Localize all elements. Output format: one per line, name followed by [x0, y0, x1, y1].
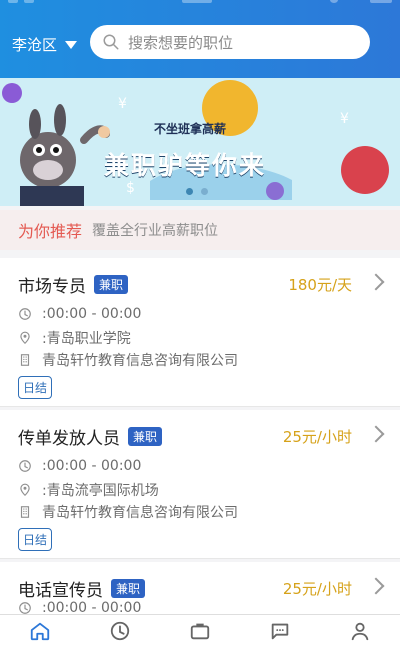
city-selector[interactable]: 李沧区	[12, 34, 78, 55]
job-type-tag: 兼职	[111, 579, 146, 598]
clock-icon	[110, 621, 130, 641]
banner-slogan-small: 不坐班拿高薪	[154, 122, 227, 136]
tab-jobs[interactable]	[160, 615, 240, 647]
svg-text:$: $	[126, 180, 135, 196]
job-type-tag: 兼职	[128, 427, 163, 446]
job-card[interactable]: 传单发放人员 兼职 25元/小时 :00:00 - 00:00 :青岛流亭国际机…	[0, 410, 400, 559]
message-icon	[271, 623, 289, 640]
tab-messages[interactable]	[240, 615, 320, 647]
city-label: 李沧区	[12, 36, 58, 54]
tab-home[interactable]	[0, 615, 80, 647]
job-card[interactable]: 市场专员 兼职 180元/天 :00:00 - 00:00 :青岛职业学院 青岛…	[0, 258, 400, 407]
search-icon	[103, 34, 119, 50]
job-location-row: :青岛职业学院	[18, 328, 131, 348]
job-company-row: 青岛轩竹教育信息咨询有限公司	[18, 350, 238, 370]
recommend-subtitle: 覆盖全行业高薪职位	[92, 223, 219, 239]
job-time-row: :00:00 - 00:00	[18, 306, 141, 322]
building-icon	[20, 354, 30, 366]
job-company-row: 青岛轩竹教育信息咨询有限公司	[18, 502, 238, 522]
clock-icon	[19, 308, 31, 320]
job-title: 电话宣传员	[18, 581, 103, 601]
job-type-tag: 兼职	[94, 275, 129, 294]
banner-slogan-large: 兼职驴等你来	[104, 151, 267, 180]
status-bar	[0, 0, 400, 8]
briefcase-icon	[190, 623, 210, 640]
settlement-badge: 日结	[18, 528, 53, 551]
recommend-header: 为你推荐 覆盖全行业高薪职位	[0, 210, 400, 250]
banner-illustration: ¥ ¥ $	[2, 80, 389, 206]
chevron-right-icon	[367, 577, 385, 595]
svg-text:¥: ¥	[118, 96, 127, 112]
carousel-indicator[interactable]	[186, 188, 208, 195]
search-input[interactable]: 搜索想要的职位	[90, 25, 370, 59]
job-location: :青岛职业学院	[42, 331, 131, 347]
tab-profile[interactable]	[320, 615, 400, 647]
job-card[interactable]: 电话宣传员 兼职 25元/小时 :00:00 - 00:00	[0, 562, 400, 616]
job-title: 市场专员	[18, 277, 86, 297]
job-company: 青岛轩竹教育信息咨询有限公司	[42, 505, 238, 521]
clock-icon	[19, 602, 31, 614]
chevron-right-icon	[367, 273, 385, 291]
job-location-row: :青岛流亭国际机场	[18, 480, 159, 500]
settlement-badge: 日结	[18, 376, 53, 399]
carousel-dot-2[interactable]	[201, 188, 208, 195]
recommend-title: 为你推荐	[18, 222, 83, 241]
bottom-tab-bar	[0, 614, 400, 647]
home-icon	[30, 622, 50, 641]
job-salary: 180元/天	[288, 276, 352, 294]
job-title: 传单发放人员	[18, 429, 120, 449]
search-placeholder: 搜索想要的职位	[128, 33, 234, 52]
job-company: 青岛轩竹教育信息咨询有限公司	[42, 353, 238, 369]
job-time: :00:00 - 00:00	[42, 306, 142, 322]
svg-text:¥: ¥	[340, 111, 349, 127]
promo-banner[interactable]: ¥ ¥ $ 不坐班拿高薪 兼职驴等你来	[0, 78, 400, 206]
location-pin-icon	[20, 331, 30, 345]
location-pin-icon	[20, 483, 30, 497]
job-location: :青岛流亭国际机场	[42, 483, 159, 499]
tab-history[interactable]	[80, 615, 160, 647]
job-time-row: :00:00 - 00:00	[18, 458, 141, 474]
job-time: :00:00 - 00:00	[42, 458, 142, 474]
chevron-down-icon	[65, 40, 78, 49]
carousel-dot-1[interactable]	[186, 188, 193, 195]
building-icon	[20, 506, 30, 518]
user-icon	[351, 622, 369, 641]
chevron-right-icon	[367, 425, 385, 443]
clock-icon	[19, 460, 31, 472]
top-header: 李沧区 搜索想要的职位	[0, 0, 400, 78]
job-salary: 25元/小时	[282, 428, 352, 446]
donkey-mascot-icon	[20, 104, 110, 206]
job-salary: 25元/小时	[282, 580, 352, 598]
